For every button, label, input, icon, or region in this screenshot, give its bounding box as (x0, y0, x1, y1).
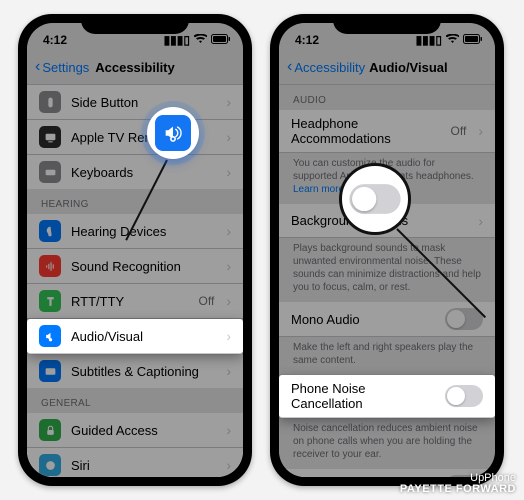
chevron-right-icon: › (478, 213, 483, 229)
audio-visual-badge-icon (155, 115, 191, 151)
chevron-left-icon: ‹ (35, 58, 40, 76)
list-row[interactable]: Audio/Visual › (27, 319, 243, 354)
row-headphone-accommodations[interactable]: Headphone Accommodations Off › (279, 110, 495, 153)
phone-frame-left: 4:12 ▮▮▮▯ ‹ Settings Accessibility (18, 14, 252, 486)
row-label: Phone Noise Cancellation (291, 381, 435, 411)
settings-list[interactable]: Side Button›Apple TV Remote›Keyboards› H… (27, 85, 243, 477)
phone-frame-right: 4:12 ▮▮▮▯ ‹ Accessibility Audio/Visual (270, 14, 504, 486)
row-label: Hearing Devices (71, 224, 216, 239)
status-time: 4:12 (43, 33, 67, 47)
battery-icon (463, 33, 483, 47)
section-header-audio: AUDIO (279, 85, 495, 110)
row-value: Off (451, 124, 467, 138)
wave-icon (39, 255, 61, 277)
list-row[interactable]: RTT/TTY Off › (27, 284, 243, 319)
chevron-right-icon: › (226, 422, 231, 438)
chevron-right-icon: › (226, 223, 231, 239)
cc-icon (39, 360, 61, 382)
row-footer: Noise cancellation reduces ambient noise… (279, 418, 495, 469)
row-label: Headphone Accommodations (291, 116, 441, 146)
row-value: Off (199, 294, 215, 308)
notch (333, 14, 441, 34)
section-header-general: GENERAL (27, 388, 243, 413)
ear-icon (39, 220, 61, 242)
back-button[interactable]: ‹ Settings (35, 60, 89, 76)
tutorial-callout-bubble (147, 107, 199, 159)
chevron-right-icon: › (226, 164, 231, 180)
list-row[interactable]: Siri › (27, 448, 243, 477)
row-label: Keyboards (71, 165, 216, 180)
chevron-right-icon: › (226, 328, 231, 344)
notch (81, 14, 189, 34)
row-label: Guided Access (71, 423, 216, 438)
list-row[interactable]: Side Button › (27, 85, 243, 120)
screen-right: 4:12 ▮▮▮▯ ‹ Accessibility Audio/Visual (279, 23, 495, 477)
chevron-right-icon: › (226, 258, 231, 274)
chevron-right-icon: › (478, 123, 483, 139)
cell-signal-icon: ▮▮▮▯ (164, 33, 190, 47)
lock-icon (39, 419, 61, 441)
list-row[interactable]: Keyboards › (27, 155, 243, 189)
chevron-right-icon: › (226, 457, 231, 473)
nav-bar: ‹ Accessibility Audio/Visual (279, 51, 495, 85)
watermark: UpPhone PAYETTE FORWARD (400, 473, 516, 496)
toggle-switch[interactable] (445, 385, 483, 407)
list-row[interactable]: Guided Access › (27, 413, 243, 448)
slider-icon (39, 91, 61, 113)
list-row[interactable]: Apple TV Remote› (27, 120, 243, 155)
row-label: Mono Audio (291, 312, 435, 327)
row-footer: Make the left and right speakers play th… (279, 337, 495, 375)
back-label: Settings (42, 60, 89, 75)
siri-icon (39, 454, 61, 476)
settings-list[interactable]: AUDIO Headphone Accommodations Off › You… (279, 85, 495, 477)
tv-icon (39, 126, 61, 148)
row-mono-audio[interactable]: Mono Audio (279, 302, 495, 337)
chevron-right-icon: › (226, 293, 231, 309)
list-row[interactable]: Sound Recognition › (27, 249, 243, 284)
chevron-right-icon: › (226, 363, 231, 379)
row-label: Sound Recognition (71, 259, 216, 274)
row-label: Side Button (71, 95, 216, 110)
row-label: Audio/Visual (71, 329, 216, 344)
list-row[interactable]: Subtitles & Captioning › (27, 354, 243, 388)
back-label: Accessibility (294, 60, 365, 75)
status-indicators: ▮▮▮▯ (164, 33, 231, 47)
screen-left: 4:12 ▮▮▮▯ ‹ Settings Accessibility (27, 23, 243, 477)
row-label: RTT/TTY (71, 294, 189, 309)
wifi-icon (446, 33, 459, 47)
keyboard-icon (39, 161, 61, 183)
wifi-icon (194, 33, 207, 47)
battery-icon (211, 33, 231, 47)
row-label: Siri (71, 458, 216, 473)
cell-signal-icon: ▮▮▮▯ (416, 33, 442, 47)
row-label: Subtitles & Captioning (71, 364, 216, 379)
tutorial-magnifier (339, 163, 411, 235)
nav-bar: ‹ Settings Accessibility (27, 51, 243, 85)
chevron-right-icon: › (226, 94, 231, 110)
row-phone-noise-cancellation[interactable]: Phone Noise Cancellation (279, 375, 495, 418)
status-time: 4:12 (295, 33, 319, 47)
speaker-icon (39, 325, 61, 347)
back-button[interactable]: ‹ Accessibility (287, 60, 365, 76)
chevron-right-icon: › (226, 129, 231, 145)
page-title: Audio/Visual (369, 60, 448, 75)
chevron-left-icon: ‹ (287, 58, 292, 76)
status-indicators: ▮▮▮▯ (416, 33, 483, 47)
rtt-icon (39, 290, 61, 312)
toggle-switch-magnified (349, 184, 400, 214)
section-header-hearing: HEARING (27, 189, 243, 214)
